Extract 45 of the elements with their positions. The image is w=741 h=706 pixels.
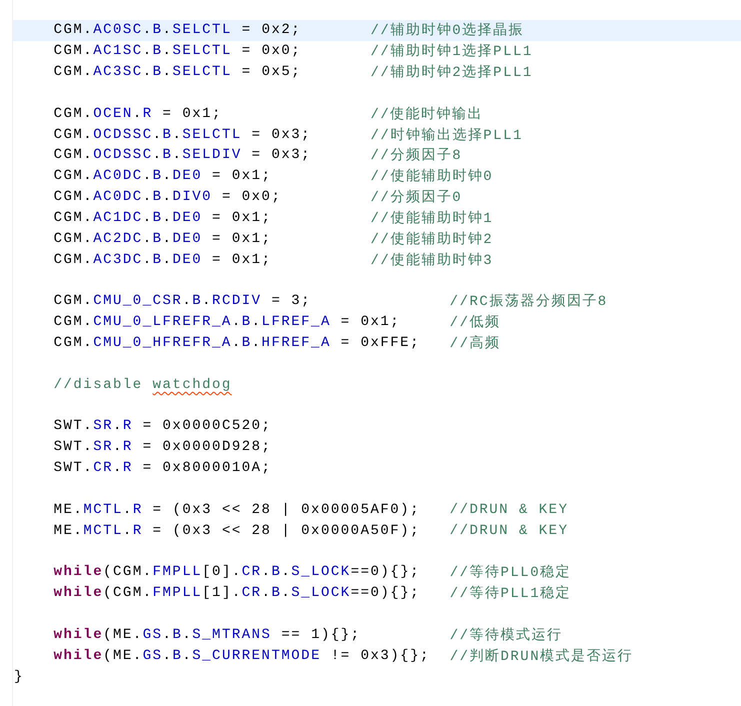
code-statement: ME.MCTL.R = (0x3 << 28 | 0x00005AF0); [54,502,420,518]
code-statement: CGM.CMU_0_LFREFR_A.B.LFREF_A = 0x1; [54,314,400,330]
code-statement: while(ME.GS.B.S_CURRENTMODE != 0x3){}; [54,648,430,664]
code-statement: CGM.AC3SC.B.SELCTL = 0x5; [54,64,302,80]
code-comment: //分频因子0 [370,188,462,206]
code-statement: CGM.AC2DC.B.DE0 = 0x1; [54,230,272,247]
code-comment: //等待PLL1稳定 [450,584,572,602]
code-comment: //使能辅助时钟1 [370,210,494,228]
closing-brace: } [13,668,25,687]
code-statement: ME.MCTL.R = (0x3 << 28 | 0x0000A50F); [54,522,420,539]
code-comment: //使能时钟输出 [370,106,484,123]
code-statement: SWT.SR.R = 0x0000D928; [54,439,272,456]
code-comment: //等待PLL0稳定 [450,563,572,582]
code-statement: CGM.AC0DC.B.DIV0 = 0x0; [54,189,282,206]
code-comment: //分频因子8 [370,146,462,164]
code-comment: //高频 [450,334,500,352]
code-comment: //使能辅助时钟2 [370,230,494,248]
code-statement: CGM.OCDSSC.B.SELDIV = 0x3; [54,147,312,164]
code-statement: while(CGM.FMPLL[1].CR.B.S_LOCK==0){}; [54,585,420,602]
code-statement: while(ME.GS.B.S_MTRANS == 1){}; [54,626,361,643]
code-statement: while(CGM.FMPLL[0].CR.B.S_LOCK==0){}; [54,564,420,580]
code-comment: //使能辅助时钟3 [370,252,494,269]
code-statement: CGM.AC1DC.B.DE0 = 0x1; [54,210,272,226]
code-statement: CGM.AC0DC.B.DE0 = 0x1; [54,168,272,184]
code-comment: //DRUN & KEY [450,522,568,539]
code-statement: CGM.OCDSSC.B.SELCTL = 0x3; [54,126,312,143]
code-comment: //使能辅助时钟0 [370,168,494,186]
code-statement: CGM.AC3DC.B.DE0 = 0x1; [54,252,272,268]
code-statement: CGM.AC0SC.B.SELCTL = 0x2; [54,22,302,38]
code-statement: CGM.OCEN.R = 0x1; [54,106,222,122]
code-comment: //DRUN & KEY [450,502,568,518]
code-statement: CGM.CMU_0_HFREFR_A.B.HFREF_A = 0xFFE; [54,335,420,352]
code-comment: //低频 [450,314,500,332]
code-statement: SWT.SR.R = 0x0000C520; [54,418,272,434]
code-comment: //等待模式运行 [450,626,562,644]
code-comment: //判断DRUN模式是否运行 [450,648,634,665]
code-comment: //辅助时钟2选择PLL1 [370,64,533,82]
code-comment: //RC振荡器分频因子8 [450,292,608,310]
code-comment: //辅助时钟1选择PLL1 [370,42,533,60]
code-statement: CGM.AC1SC.B.SELCTL = 0x0; [54,43,302,60]
code-statement: SWT.CR.R = 0x8000010A; [54,460,272,476]
code-comment: //disable watchdog [54,376,232,393]
code-comment: //时钟输出选择PLL1 [370,126,523,144]
code-comment: //辅助时钟0选择晶振 [370,22,524,40]
code-statement: CGM.CMU_0_CSR.B.RCDIV = 3; [54,293,312,310]
